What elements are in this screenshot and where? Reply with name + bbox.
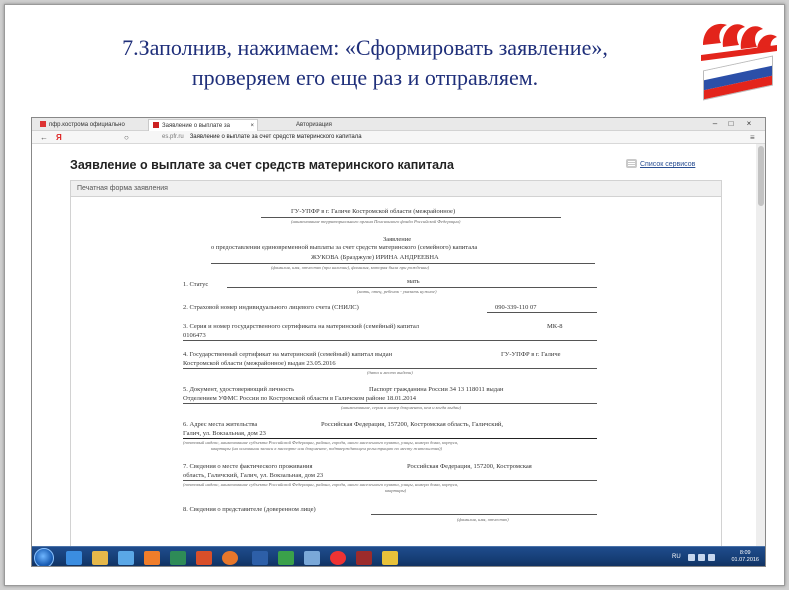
underline: [183, 438, 597, 439]
underline: [183, 368, 597, 369]
id-document-caption: (наименование, серия и номер документа, …: [341, 405, 462, 410]
firefox-icon[interactable]: [222, 551, 238, 565]
app-icon[interactable]: [170, 551, 186, 565]
pfr-logo: [697, 15, 781, 101]
app-icon[interactable]: [304, 551, 320, 565]
yandex-browser-icon[interactable]: [330, 551, 346, 565]
slide-title: 7.Заполнив, нажимаем: «Сформировать заяв…: [55, 33, 675, 93]
representative-caption: (фамилия, имя, отчество): [457, 517, 509, 522]
explorer-icon[interactable]: [92, 551, 108, 565]
tab-application[interactable]: Заявление о выплате за ×: [148, 119, 258, 131]
applicant-caption: (фамилия, имя, отчество (при наличии), ф…: [271, 265, 430, 270]
panel-header: Печатная форма заявления: [71, 181, 721, 197]
certificate-issued-line2: Костромской области (межрайонное) выдан …: [183, 360, 336, 367]
page-scrollbar[interactable]: [756, 144, 765, 546]
id-document-value: Паспорт гражданина России 34 13 118011 в…: [369, 386, 504, 393]
underline: [183, 480, 597, 481]
residence-caption-1: (почтовый индекс, наименование субъекта …: [183, 482, 459, 487]
representative-label: 8. Сведения о представителе (доверенном …: [183, 506, 316, 513]
authority-name: ГУ-УПФР в г. Галиче Костромской области …: [291, 208, 456, 215]
document-subtitle: о предоставлении единовременной выплаты …: [211, 244, 478, 251]
maximize-icon[interactable]: □: [724, 119, 738, 129]
underline: [227, 287, 597, 288]
presentation-slide: 7.Заполнив, нажимаем: «Сформировать заяв…: [4, 4, 785, 586]
start-button[interactable]: [34, 548, 54, 566]
address-bar: ← Я ○ es.pfr.ru Заявление о выплате за сч…: [32, 131, 765, 144]
excel-icon[interactable]: [278, 551, 294, 565]
underline: [183, 403, 597, 404]
address-caption-2: квартиры (на основании записи в паспорте…: [211, 446, 443, 451]
print-form-panel: Печатная форма заявления ГУ-УПФР в г. Га…: [70, 180, 722, 546]
app-icon[interactable]: [196, 551, 212, 565]
snils-value: 090-339-110 07: [495, 304, 537, 311]
slide-title-line2: проверяем его еще раз и отправляем.: [191, 65, 539, 90]
underline: [211, 263, 595, 264]
underline: [261, 217, 561, 218]
back-icon[interactable]: ←: [40, 132, 48, 143]
id-document-label: 5. Документ, удостоверяющий личность: [183, 386, 295, 393]
page-title: Заявление о выплате за счет средств мате…: [70, 158, 454, 172]
certificate-series: МК-8: [547, 323, 563, 330]
underline: [183, 340, 597, 341]
app-icon[interactable]: [356, 551, 372, 565]
authority-caption: (наименование территориального органа Пе…: [291, 219, 461, 224]
tray-icon[interactable]: [688, 554, 695, 561]
snils-label: 2. Страховой номер индивидуального лицев…: [183, 304, 359, 311]
certificate-label: 3. Серия и номер государственного сертиф…: [183, 323, 420, 330]
underline: [371, 514, 597, 515]
menu-icon[interactable]: ≡: [750, 132, 755, 143]
browser-screenshot: пфр.кострома официально Заявление о выпл…: [31, 117, 766, 567]
document-title: Заявление: [383, 236, 412, 243]
residence-value: Российская Федерация, 157200, Костромска…: [407, 463, 532, 470]
certificate-issued-caption: (дата и место выдачи): [367, 370, 413, 375]
tab-pfr-kostroma[interactable]: пфр.кострома официально: [36, 119, 144, 131]
certificate-number: 0106473: [183, 332, 206, 339]
web-page: Заявление о выплате за счет средств мате…: [32, 144, 765, 546]
services-list-icon: [626, 159, 637, 168]
scrollbar-thumb[interactable]: [758, 146, 764, 206]
address-value: Российская Федерация, 157200, Костромска…: [321, 421, 504, 428]
clock-date: 01.07.2016: [731, 557, 759, 563]
windows-taskbar: RU 8:09 01.07.2016: [32, 546, 765, 566]
id-document-line2: Отделением УФМС России по Костромской об…: [183, 395, 416, 402]
services-list-link[interactable]: Список сервисов: [640, 161, 695, 168]
close-tab-icon[interactable]: ×: [250, 120, 254, 131]
residence-label: 7. Сведения о месте фактического прожива…: [183, 463, 313, 470]
close-window-icon[interactable]: ×: [742, 119, 756, 129]
yandex-icon[interactable]: Я: [56, 132, 62, 143]
language-indicator[interactable]: RU: [672, 554, 681, 560]
site-favicon-icon: [153, 122, 159, 128]
network-icon[interactable]: [698, 554, 705, 561]
residence-line2: область, Галичский, Галич, ул. Вокзальна…: [183, 472, 324, 479]
status-caption: (мать, отец, ребенок - указать нужное): [357, 289, 437, 294]
clock-time: 8:09: [739, 550, 751, 556]
underline: [487, 312, 597, 313]
word-icon[interactable]: [252, 551, 268, 565]
browser-tab-bar: пфр.кострома официально Заявление о выпл…: [32, 118, 765, 131]
media-icon[interactable]: [118, 551, 134, 565]
media-player-icon[interactable]: [144, 551, 160, 565]
certificate-issuer: ГУ-УПФР в г. Галиче: [501, 351, 561, 358]
address-line2: Галич, ул. Вокзальная, дом 23: [183, 430, 266, 437]
clock[interactable]: 8:09 01.07.2016: [731, 550, 759, 564]
reload-icon[interactable]: ○: [124, 132, 129, 143]
slide-title-line1: 7.Заполнив, нажимаем: «Сформировать заяв…: [122, 35, 608, 60]
applicant-name: ЖУКОВА (Бразджуле) ИРИНА АНДРЕЕВНА: [311, 254, 439, 261]
address-caption-1: (почтовый индекс, наименование субъекта …: [183, 440, 459, 445]
volume-icon[interactable]: [708, 554, 715, 561]
folder-icon[interactable]: [382, 551, 398, 565]
tab-authorization[interactable]: Авторизация: [292, 119, 372, 131]
certificate-issued-label: 4. Государственный сертификат на материн…: [183, 351, 393, 358]
minimize-icon[interactable]: –: [708, 119, 722, 129]
ie-icon[interactable]: [66, 551, 82, 565]
site-favicon-icon: [40, 121, 46, 127]
status-value: мать: [407, 278, 420, 285]
status-label: 1. Статус: [183, 281, 209, 288]
url-field[interactable]: es.pfr.ru Заявление о выплате за счет сре…: [132, 133, 692, 142]
residence-caption-2: квартиры): [385, 488, 407, 493]
address-label: 6. Адрес места жительства: [183, 421, 258, 428]
